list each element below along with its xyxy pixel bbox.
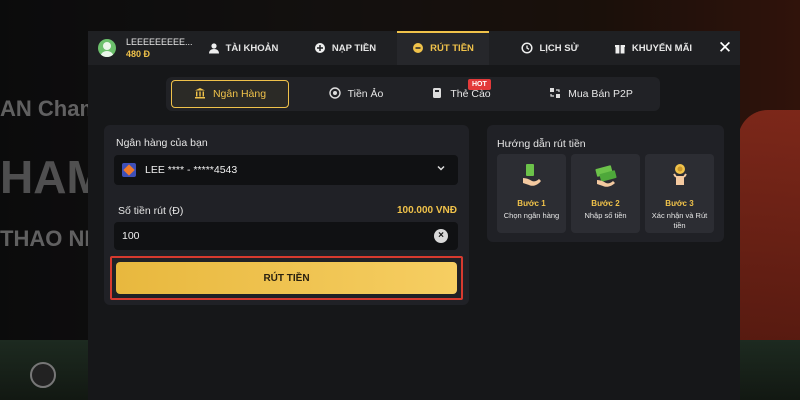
amount-input[interactable]: [114, 222, 458, 250]
tab-history-label: LỊCH SỬ: [539, 42, 579, 54]
tab-history[interactable]: LỊCH SỬ: [514, 31, 586, 65]
guide-step-3-desc: Xác nhận và Rút tiền: [651, 211, 708, 230]
guide-step-3-title: Bước 3: [665, 199, 694, 208]
tab-account[interactable]: TÀI KHOẢN: [203, 31, 283, 65]
submit-highlight-frame: RÚT TIỀN: [110, 256, 463, 300]
hand-coin-icon: [673, 164, 687, 185]
guide-step-2: Bước 2 Nhập số tiền: [571, 154, 640, 233]
withdraw-modal: LEEEEEEEEE... 480 Đ TÀI KHOẢN NẠP TIỀN R…: [88, 31, 740, 400]
tab-promotions-label: KHUYẾN MÃI: [631, 42, 693, 54]
guide-title: Hướng dẫn rút tiền: [497, 138, 586, 150]
method-tab-crypto[interactable]: Tiền Ảo: [316, 80, 396, 108]
user-cog-icon: [208, 42, 220, 54]
user-name: LEEEEEEEEE...: [126, 36, 193, 47]
method-tab-crypto-label: Tiền Ảo: [347, 88, 384, 100]
scratch-card-icon: [431, 87, 443, 102]
withdraw-guide-panel: Hướng dẫn rút tiền Bước 1 Chọn ngân hàng…: [487, 125, 724, 242]
gift-icon: [614, 42, 626, 54]
chevron-down-icon: [436, 163, 446, 176]
history-icon: [521, 42, 534, 54]
avatar: [98, 39, 116, 57]
bank-select[interactable]: LEE **** - *****4543: [114, 155, 458, 185]
modal-tab-bar: LEEEEEEEEE... 480 Đ TÀI KHOẢN NẠP TIỀN R…: [88, 31, 740, 65]
method-tab-bank[interactable]: Ngân Hàng: [171, 80, 289, 108]
guide-step-3: Bước 3 Xác nhận và Rút tiền: [645, 154, 714, 233]
coin-plus-icon: [314, 42, 326, 54]
method-tab-scratch-card-label: Thẻ Cào: [450, 88, 491, 100]
guide-step-2-desc: Nhập số tiền: [584, 211, 627, 220]
money-stack-icon: [595, 165, 617, 187]
tab-withdraw-label: RÚT TIỀN: [430, 42, 474, 54]
withdraw-submit-button[interactable]: RÚT TIỀN: [116, 262, 457, 294]
bank-logo-icon: [122, 163, 136, 177]
tab-promotions[interactable]: KHUYẾN MÃI: [608, 31, 698, 65]
crypto-coin-icon: [328, 86, 341, 102]
bank-label: Ngân hàng của bạn: [116, 137, 208, 149]
method-tab-scratch-card[interactable]: Thẻ Cào: [416, 80, 506, 108]
withdraw-method-tabs: Ngân Hàng Tiền Ảo HOT Thẻ Cào Mua Bán P2…: [166, 77, 660, 111]
tab-withdraw[interactable]: RÚT TIỀN: [397, 31, 489, 65]
user-balance: 480 Đ: [126, 48, 151, 59]
background-player-image: [738, 110, 800, 370]
guide-step-2-title: Bước 2: [591, 199, 620, 208]
user-summary: LEEEEEEEEE... 480 Đ: [98, 36, 193, 60]
guide-step-1: Bước 1 Chọn ngân hàng: [497, 154, 566, 233]
coin-withdraw-icon: [412, 42, 424, 54]
method-tab-bank-label: Ngân Hàng: [212, 88, 267, 100]
method-tab-p2p[interactable]: Mua Bán P2P: [536, 80, 646, 108]
tab-account-label: TÀI KHOẢN: [225, 42, 279, 54]
method-tab-p2p-label: Mua Bán P2P: [568, 88, 633, 100]
bank-select-value: LEE **** - *****4543: [145, 164, 238, 176]
background-subtitle: THAO NH: [0, 226, 101, 251]
tab-deposit[interactable]: NẠP TIỀN: [306, 31, 384, 65]
amount-label: Số tiền rút (Đ): [118, 205, 184, 217]
hand-cash-icon: [523, 164, 541, 186]
max-amount-value: 100.000 VNĐ: [396, 205, 457, 216]
p2p-exchange-icon: [549, 87, 561, 102]
close-icon[interactable]: ✕: [715, 38, 735, 58]
tab-deposit-label: NẠP TIỀN: [331, 42, 377, 54]
clear-input-icon[interactable]: ×: [434, 229, 448, 243]
background-logo: [30, 362, 56, 388]
bank-icon: [194, 87, 206, 102]
guide-step-1-title: Bước 1: [517, 199, 546, 208]
guide-step-1-desc: Chọn ngân hàng: [503, 211, 560, 220]
